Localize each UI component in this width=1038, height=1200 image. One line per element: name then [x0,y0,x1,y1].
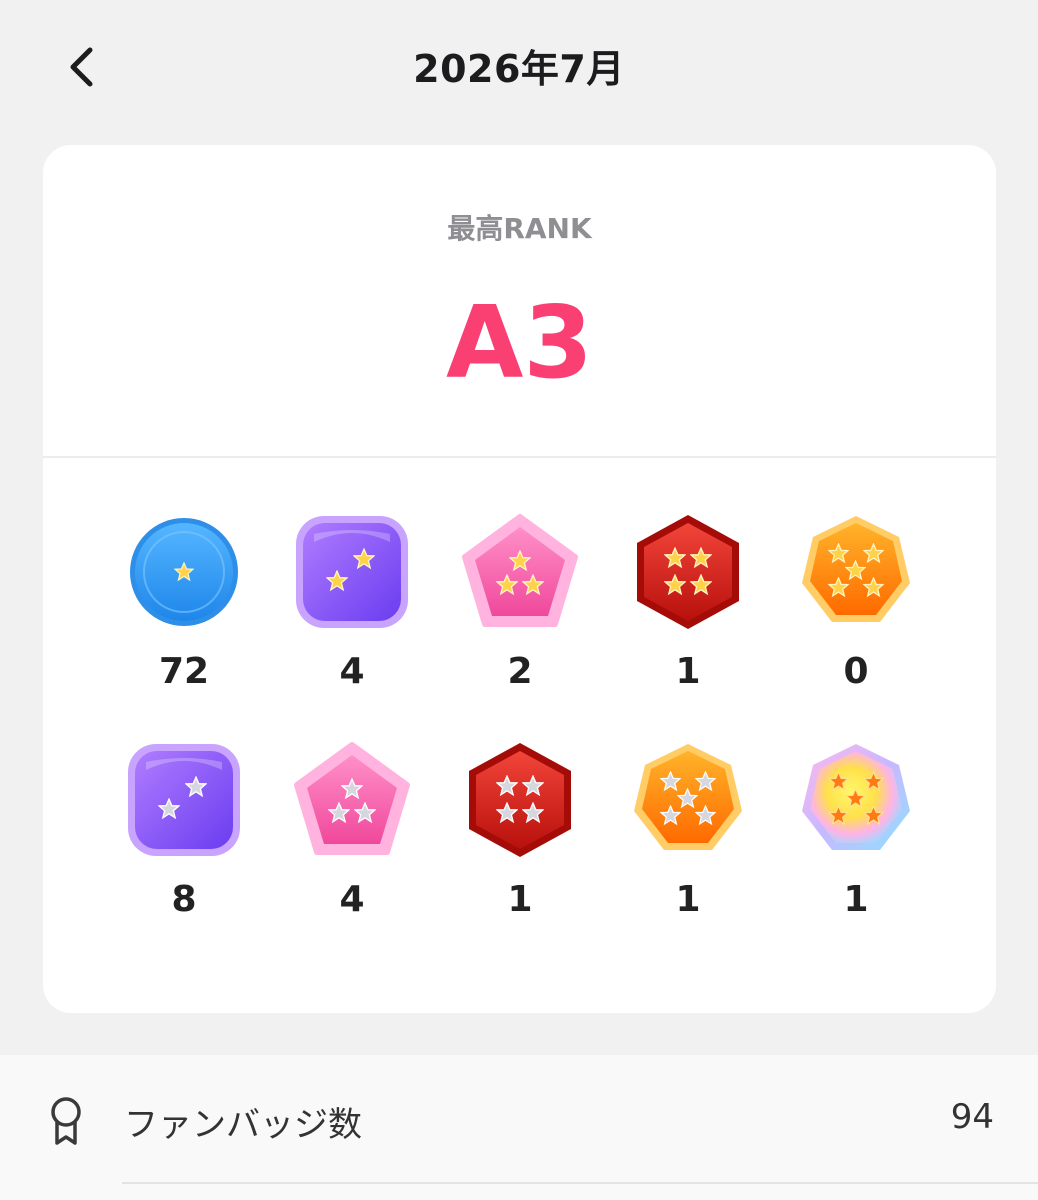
badge-row-2: 8 4 1 1 1 [100,740,940,918]
rank-value: A3 [446,284,593,401]
red-hexagon-4silverstar-badge-icon [469,743,571,857]
badge-count: 1 [675,879,701,920]
divider [43,456,996,458]
pink-pentagon-3silverstar-badge-icon [294,742,410,855]
badge-count: 8 [171,879,197,920]
badge-count: 1 [507,879,533,920]
page-title: 2026年7月 [413,47,625,91]
badge-count: 0 [843,651,869,692]
fan-badge-count-row[interactable]: ファンバッジ数 94 [0,1055,1038,1184]
purple-square-2star-badge-icon [296,516,408,628]
blue-circle-1star-badge-icon [130,518,238,626]
badge-item: 0 [772,512,940,690]
badge-item: 2 [436,512,604,690]
orange-heptagon-5star-badge-icon [802,516,910,622]
red-hexagon-4star-badge-icon [637,515,739,629]
badge-count: 4 [339,879,365,920]
fan-badge-count-label: ファンバッジ数 [124,1105,362,1145]
badge-item: 1 [772,740,940,918]
pink-pentagon-3star-badge-icon [462,514,578,627]
badge-count: 1 [675,651,701,692]
badge-item: 1 [436,740,604,918]
fan-badge-count-value: 94 [950,1097,994,1137]
badge-item: 1 [604,512,772,690]
badge-item: 4 [268,740,436,918]
ribbon-award-icon [51,1097,81,1145]
header: 2026年7月 [0,0,1038,130]
badge-count: 4 [339,651,365,692]
badge-item: 72 [100,512,268,690]
badge-count: 2 [507,651,533,692]
badge-item: 1 [604,740,772,918]
badge-count: 72 [158,651,210,692]
stats-list: ファンバッジ数 94 [0,1055,1038,1200]
badge-item: 4 [268,512,436,690]
rank-label: 最高RANK [447,212,592,245]
row-divider [122,1182,1038,1184]
rainbow-heptagon-5star-badge-icon [802,744,910,850]
purple-square-2silverstar-badge-icon [128,744,240,856]
badge-count: 1 [843,879,869,920]
orange-heptagon-5silverstar-badge-icon [634,744,742,850]
badge-row-1: 72 4 2 1 0 [100,512,940,690]
badge-item: 8 [100,740,268,918]
rank-card: 最高RANK A3 72 4 2 1 0 8 4 1 1 1 [43,145,996,1013]
